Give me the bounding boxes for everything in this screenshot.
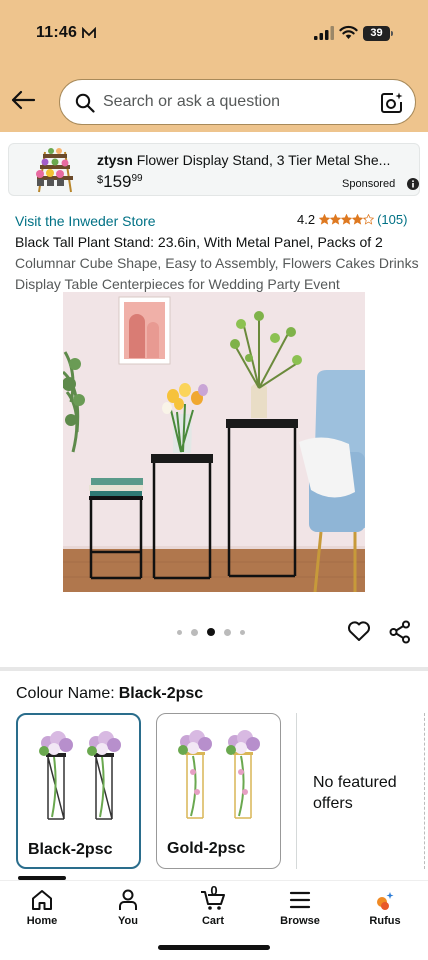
selected-colour: Black-2psc xyxy=(118,685,204,702)
rufus-icon xyxy=(377,892,394,910)
product-rating[interactable]: 4.2 (105) xyxy=(297,212,407,227)
ad-product-thumbnail xyxy=(36,148,73,193)
nav-browse-label: Browse xyxy=(280,915,320,927)
star-icon xyxy=(352,214,364,225)
rating-value: 4.2 xyxy=(297,212,316,227)
ad-price-whole: 159 xyxy=(103,172,132,191)
home-icon xyxy=(32,890,52,910)
search-placeholder: Search or ask a question xyxy=(103,93,280,110)
no-featured-offers: No featured offers xyxy=(313,774,397,812)
product-title-sub: Columnar Cube Shape, Easy to Assembly, F… xyxy=(15,255,419,292)
pagination-dot[interactable] xyxy=(224,628,231,636)
battery-indicator: 39 xyxy=(363,26,393,41)
variation-option-label: Black-2psc xyxy=(28,841,113,858)
image-pagination-dots xyxy=(177,628,254,636)
pagination-dot[interactable] xyxy=(240,629,245,635)
nav-you-label: You xyxy=(118,915,138,927)
ad-title-text: Flower Display Stand, 3 Tier Metal She..… xyxy=(136,152,391,168)
status-time: 11:46 xyxy=(36,24,78,41)
visit-store-link[interactable]: Visit the Inweder Store xyxy=(15,213,156,229)
sponsored-label: Sponsored xyxy=(342,178,396,190)
nav-home-label: Home xyxy=(26,915,58,927)
menu-icon xyxy=(289,891,311,909)
home-indicator xyxy=(158,945,270,950)
next-option-edge xyxy=(424,713,428,869)
nav-rufus[interactable]: Rufus xyxy=(355,889,415,927)
star-icon xyxy=(319,214,331,225)
ad-price-fraction: 99 xyxy=(131,173,143,184)
variation-option-black[interactable]: Black-2psc xyxy=(16,713,141,869)
ad-price-currency: $ xyxy=(97,174,104,186)
wifi-icon xyxy=(339,25,358,39)
variation-option-gold[interactable]: Gold-2psc xyxy=(156,713,281,869)
nav-cart[interactable]: 0 Cart xyxy=(183,883,243,927)
nav-cart-label: Cart xyxy=(201,915,224,927)
ad-brand: ztysn xyxy=(97,152,133,168)
cellular-signal-icon xyxy=(314,26,334,40)
ad-title[interactable]: ztysn Flower Display Stand, 3 Tier Metal… xyxy=(97,152,413,168)
battery-level: 39 xyxy=(363,26,390,41)
app-header: 11:46 39 Search or ask a question xyxy=(0,0,428,132)
pagination-dot[interactable] xyxy=(177,629,182,635)
mail-icon xyxy=(82,27,96,38)
share-icon[interactable] xyxy=(389,620,411,644)
back-arrow-icon[interactable] xyxy=(10,88,36,112)
ad-price: $15999 xyxy=(97,172,143,192)
search-bar[interactable]: Search or ask a question xyxy=(59,79,416,125)
options-divider xyxy=(296,713,297,869)
cart-count-badge: 0 xyxy=(210,883,218,898)
product-image[interactable] xyxy=(63,292,365,592)
star-icon xyxy=(330,214,342,225)
nav-you[interactable]: You xyxy=(98,889,158,927)
black-stand-thumbnail xyxy=(39,731,121,820)
variation-option-label: Gold-2psc xyxy=(167,840,246,857)
star-icon xyxy=(341,214,353,225)
nav-browse[interactable]: Browse xyxy=(270,889,330,927)
section-divider xyxy=(0,667,428,671)
gold-stand-thumbnail xyxy=(178,730,260,819)
product-title: Black Tall Plant Stand: 23.6in, With Met… xyxy=(15,232,419,295)
heart-icon[interactable] xyxy=(347,620,371,642)
pagination-dot[interactable] xyxy=(207,628,215,636)
star-icon xyxy=(363,214,375,225)
colour-name-label: Colour Name: Black-2psc xyxy=(16,685,203,703)
status-bar: 11:46 39 xyxy=(0,0,428,66)
camera-search-icon[interactable] xyxy=(380,91,404,115)
nav-home[interactable]: Home xyxy=(12,889,72,927)
product-title-main: Black Tall Plant Stand: 23.6in, With Met… xyxy=(15,234,383,250)
info-icon[interactable] xyxy=(407,178,419,190)
person-icon xyxy=(119,889,137,910)
colour-label-text: Colour Name: xyxy=(16,685,115,702)
pagination-dot[interactable] xyxy=(191,628,198,636)
review-count: (105) xyxy=(377,212,408,227)
nav-rufus-label: Rufus xyxy=(369,915,401,927)
sponsored-ad-banner[interactable]: ztysn Flower Display Stand, 3 Tier Metal… xyxy=(8,143,420,196)
search-icon xyxy=(75,93,95,113)
rating-stars xyxy=(319,214,375,225)
